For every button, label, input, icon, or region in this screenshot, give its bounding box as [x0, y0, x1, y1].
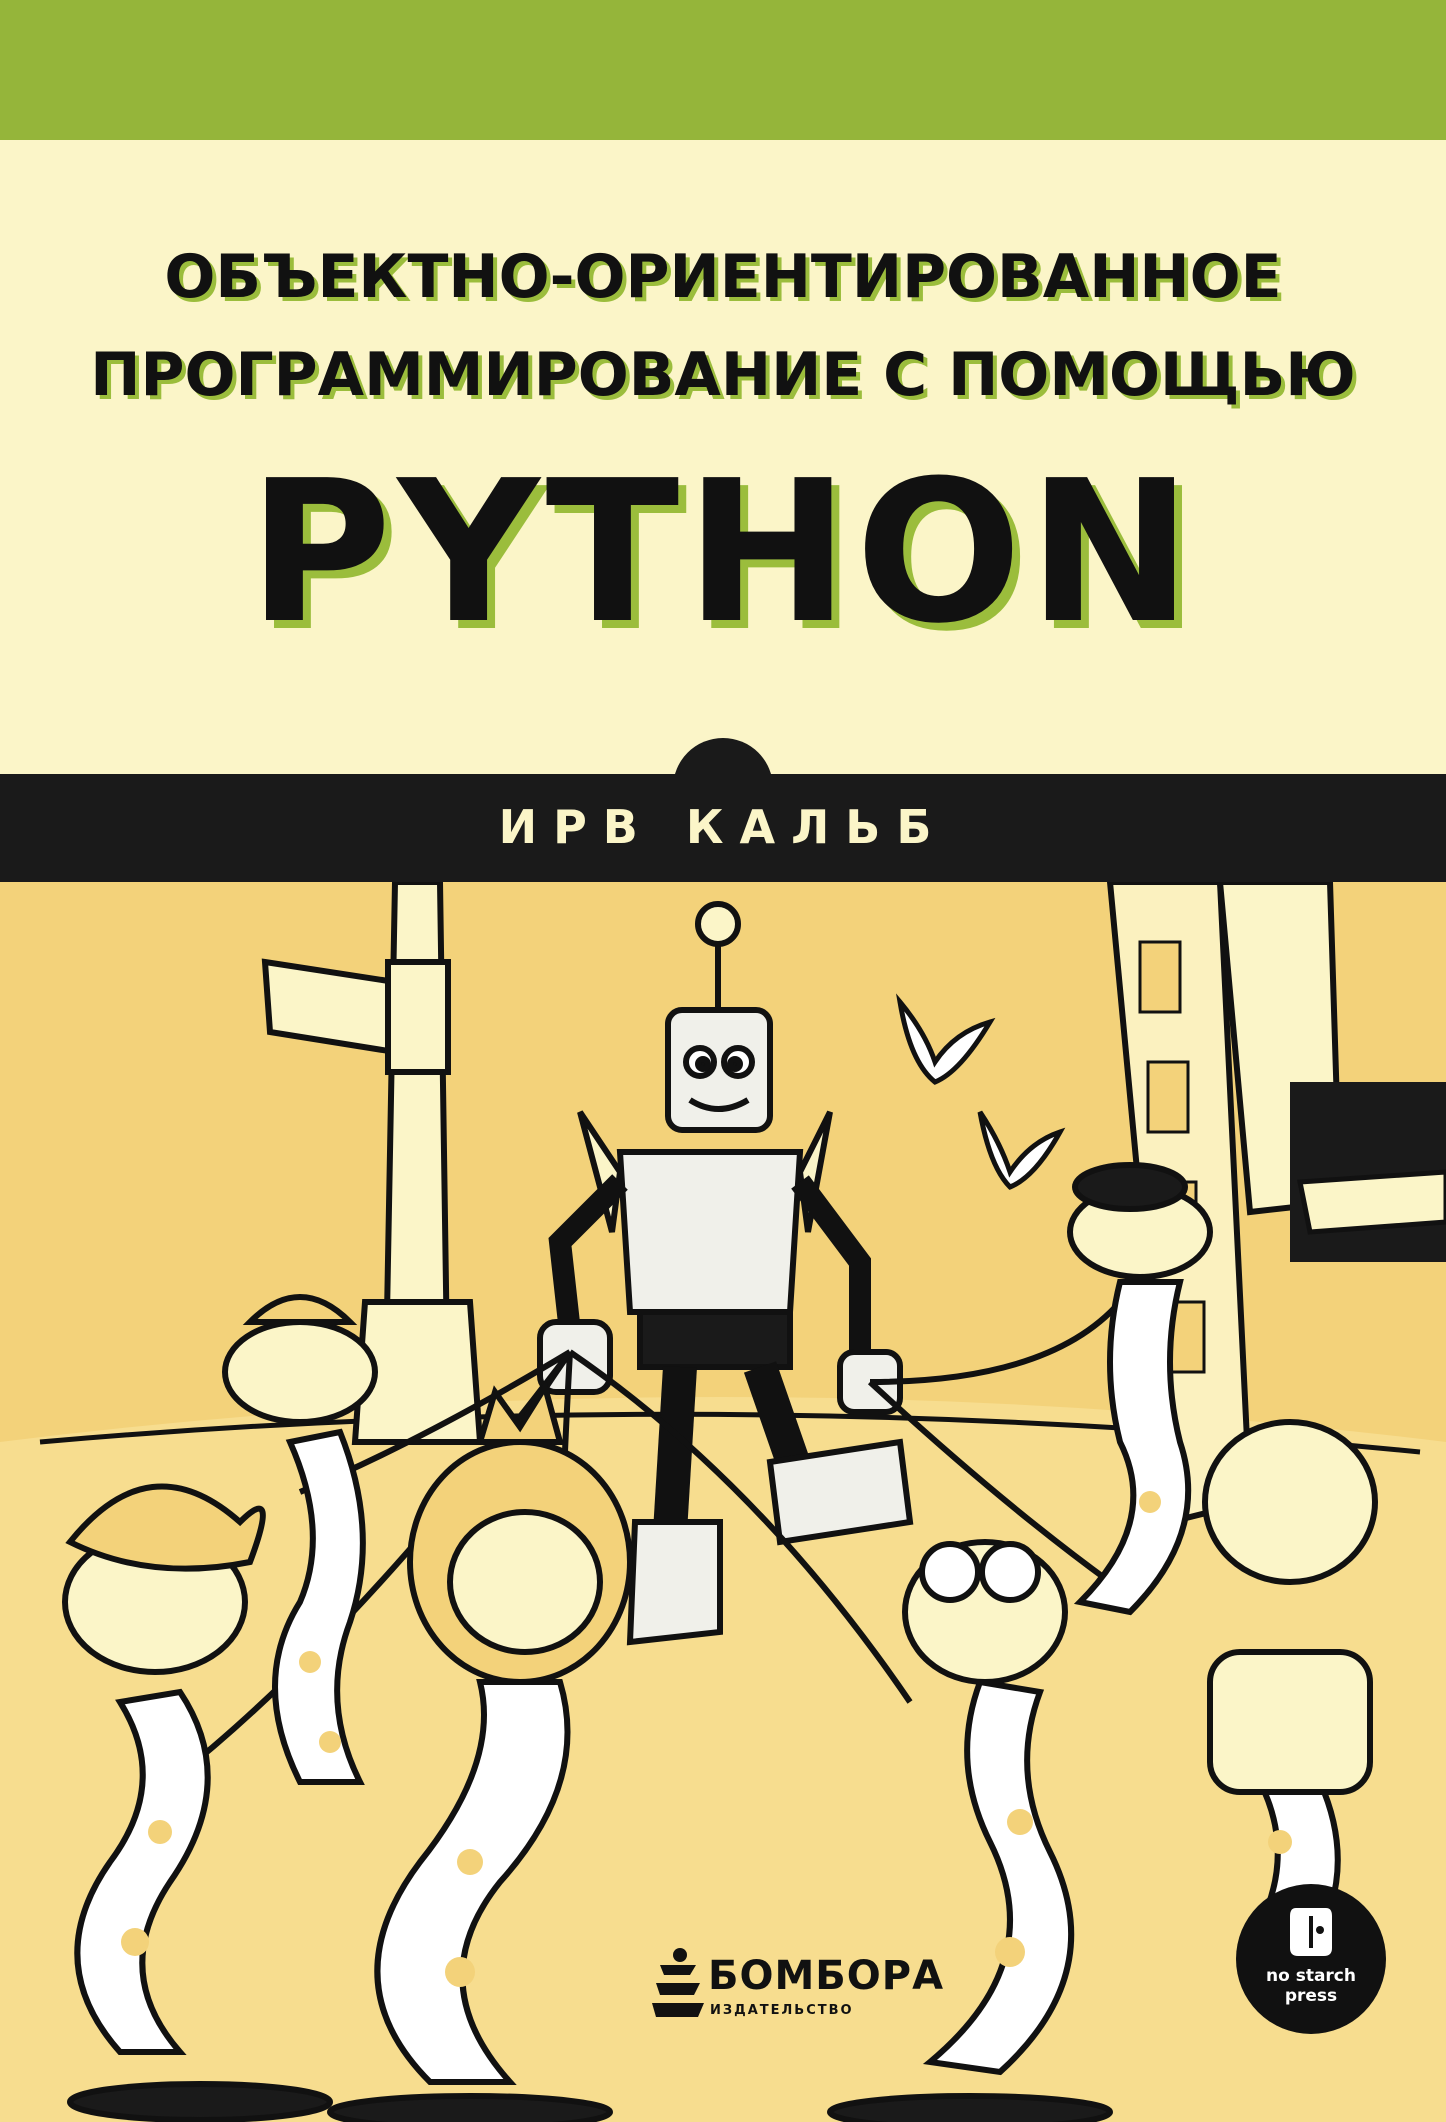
publisher-subtitle: ИЗДАТЕЛЬСТВО: [710, 2003, 854, 2018]
book-title: PYTHON: [248, 439, 1198, 667]
robot-walking-snakes-illustration: [0, 882, 1446, 2122]
bombora-logo-icon: [652, 1948, 704, 2017]
no-starch-press-logo: no starch press: [1236, 1884, 1386, 2034]
author-name: ИРВ КАЛЬБ: [498, 800, 948, 854]
imprint-line-1: no starch: [1266, 1966, 1356, 1986]
publisher-name: БОМБОРА: [708, 1953, 945, 1999]
book-cover: ОБЪЕКТНО-ОРИЕНТИРОВАННОЕ ПРОГРАММИРОВАНИ…: [0, 0, 1446, 2122]
subtitle-line-1: ОБЪЕКТНО-ОРИЕНТИРОВАННОЕ: [164, 242, 1282, 312]
no-starch-logo-icon: [1290, 1908, 1332, 1956]
subtitle-line-2: ПРОГРАММИРОВАНИЕ С ПОМОЩЬЮ: [90, 340, 1356, 410]
imprint-line-2: press: [1284, 1986, 1338, 2006]
publisher-logo: БОМБОРА ИЗДАТЕЛЬСТВО: [650, 1945, 943, 2045]
top-color-band: [0, 0, 1446, 140]
